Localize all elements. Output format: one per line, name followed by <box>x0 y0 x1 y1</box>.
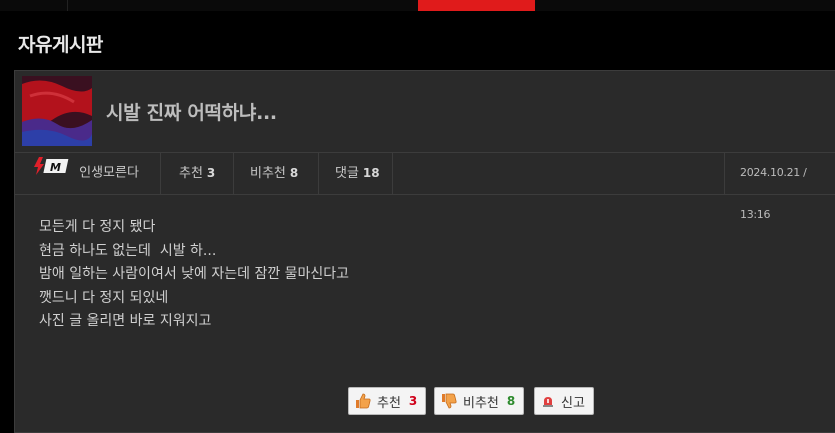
thumbs-down-icon <box>441 393 457 409</box>
body-line: 사진 글 올리면 바로 지워지고 <box>39 313 212 329</box>
notrecommend-count: 8 <box>506 394 516 408</box>
post-thumbnail[interactable] <box>22 76 92 146</box>
report-button[interactable]: 신고 <box>534 387 594 415</box>
post-datetime: 2024.10.21 / 13:16 <box>740 166 807 221</box>
level-icon: M <box>33 152 73 194</box>
siren-icon <box>541 394 555 408</box>
top-nav-bar <box>0 0 835 11</box>
recommend-count: 3 <box>408 394 418 408</box>
meta-divider <box>233 152 234 194</box>
notrecommend-button[interactable]: 비추천 8 <box>434 387 525 415</box>
board-title: 자유게시판 <box>18 34 103 56</box>
meta-divider <box>392 152 393 194</box>
post-title[interactable]: 시발 진짜 어떡하냐... <box>106 98 277 125</box>
svg-text:M: M <box>50 161 61 174</box>
post-body: 모든게 다 정지 됐다 현금 하나도 없는데 시발 하... 밤애 일하는 사람… <box>39 216 349 334</box>
body-line: 밤애 일하는 사람이여서 낮에 자는데 잠깐 물마신다고 <box>39 266 350 282</box>
meta-divider <box>160 152 161 194</box>
meta-recommend: 추천 3 <box>179 166 216 181</box>
nav-active-tab[interactable] <box>418 0 535 11</box>
body-line: 현금 하나도 없는데 시발 하... <box>39 242 217 259</box>
body-line: 모든게 다 정지 됐다 <box>39 219 156 235</box>
post-container: 시발 진짜 어떡하냐... M 인생모른다 추천 3 비추천 8 댓글 18 2024… <box>14 70 835 433</box>
recommend-button[interactable]: 추천 3 <box>348 387 427 415</box>
author-name: 인생모른다 <box>79 165 139 181</box>
meta-comments[interactable]: 댓글 18 <box>335 152 380 194</box>
post-meta-bar: M 인생모른다 추천 3 비추천 8 댓글 18 2024.10.21 / 13:16 <box>15 152 835 221</box>
post-header: 시발 진짜 어떡하냐... <box>15 71 835 153</box>
body-line: 깻드니 다 정지 되있네 <box>39 289 169 306</box>
meta-divider <box>724 152 725 194</box>
meta-notrecommend: 비추천 8 <box>250 166 299 181</box>
author-info[interactable]: M 인생모른다 <box>33 152 139 194</box>
nav-divider <box>67 0 68 11</box>
meta-divider <box>318 152 319 194</box>
thumbs-up-icon <box>355 393 371 409</box>
